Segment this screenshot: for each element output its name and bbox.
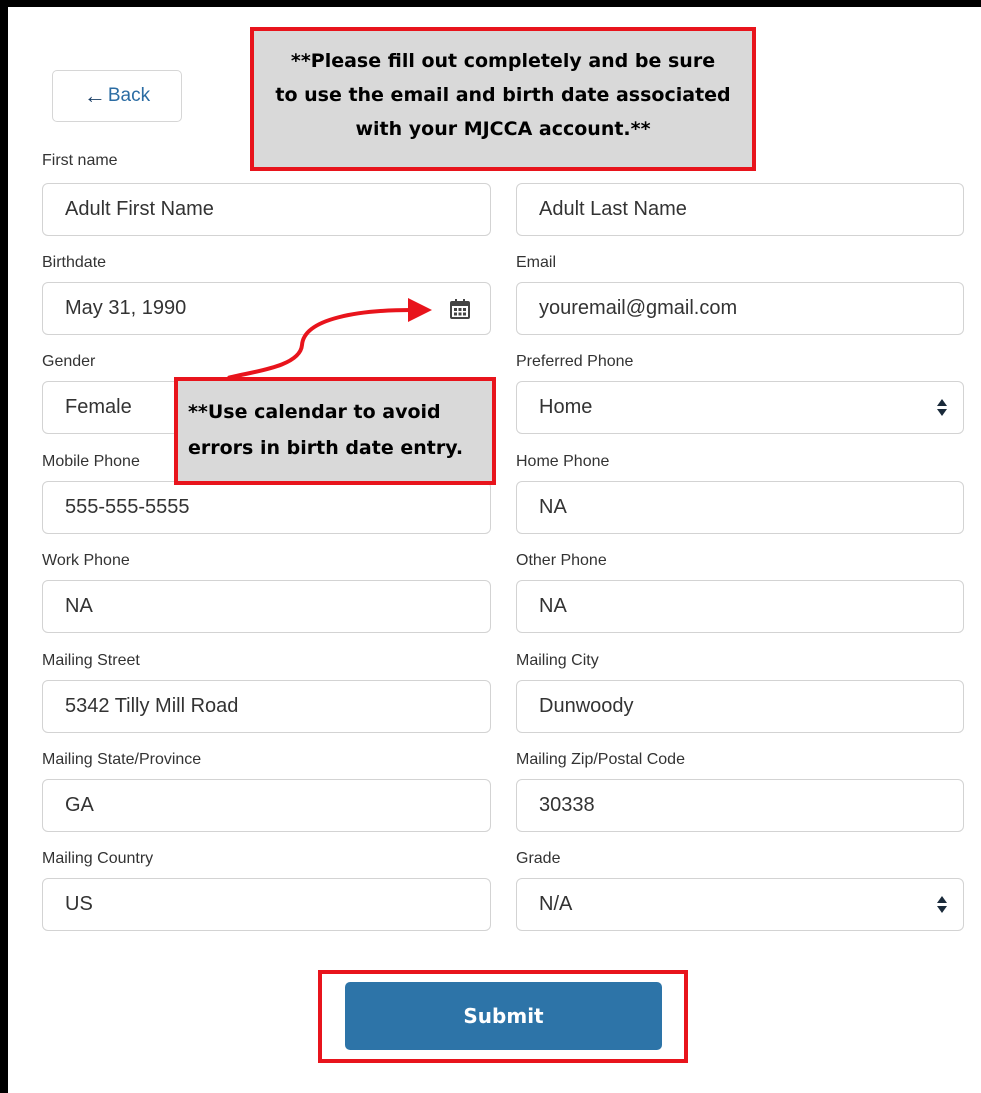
arrow-left-icon: ← — [83, 83, 106, 108]
calendar-tip-callout: **Use calendar to avoid errors in birth … — [174, 377, 496, 485]
home-phone-label: Home Phone — [516, 453, 610, 470]
select-arrows-icon — [935, 896, 949, 913]
email-label: Email — [516, 254, 557, 271]
mobile-phone-input[interactable]: 555-555-5555 — [42, 481, 491, 534]
mailing-street-input[interactable]: 5342 Tilly Mill Road — [42, 680, 491, 733]
other-phone-label: Other Phone — [516, 552, 607, 569]
email-input[interactable]: youremail@gmail.com — [516, 282, 964, 335]
mailing-zip-label: Mailing Zip/Postal Code — [516, 751, 685, 768]
left-border — [0, 0, 8, 1093]
mailing-zip-input[interactable]: 30338 — [516, 779, 964, 832]
home-phone-input[interactable]: NA — [516, 481, 964, 534]
grade-select[interactable]: N/A — [516, 878, 964, 931]
mailing-city-label: Mailing City — [516, 652, 599, 669]
back-button-label: Back — [107, 85, 151, 106]
select-arrows-icon — [935, 399, 949, 416]
mobile-phone-label: Mobile Phone — [42, 453, 140, 470]
grade-label: Grade — [516, 850, 561, 867]
last-name-input[interactable]: Adult Last Name — [516, 183, 964, 236]
mailing-city-input[interactable]: Dunwoody — [516, 680, 964, 733]
mailing-country-input[interactable]: US — [42, 878, 491, 931]
gender-label: Gender — [42, 353, 96, 370]
first-name-input[interactable]: Adult First Name — [42, 183, 491, 236]
other-phone-input[interactable]: NA — [516, 580, 964, 633]
mailing-street-label: Mailing Street — [42, 652, 140, 669]
mailing-country-label: Mailing Country — [42, 850, 154, 867]
preferred-phone-label: Preferred Phone — [516, 353, 634, 370]
submit-button[interactable]: Submit — [345, 982, 662, 1050]
top-border — [0, 0, 981, 7]
mailing-state-input[interactable]: GA — [42, 779, 491, 832]
birthdate-label: Birthdate — [42, 254, 107, 271]
birthdate-input[interactable]: May 31, 1990 — [42, 282, 491, 335]
calendar-icon[interactable] — [448, 297, 472, 321]
work-phone-label: Work Phone — [42, 552, 130, 569]
work-phone-input[interactable]: NA — [42, 580, 491, 633]
back-button[interactable]: ← Back — [52, 70, 182, 122]
preferred-phone-select[interactable]: Home — [516, 381, 964, 434]
instruction-callout: **Please fill out completely and be sure… — [250, 27, 756, 171]
first-name-label: First name — [42, 152, 118, 169]
mailing-state-label: Mailing State/Province — [42, 751, 202, 768]
